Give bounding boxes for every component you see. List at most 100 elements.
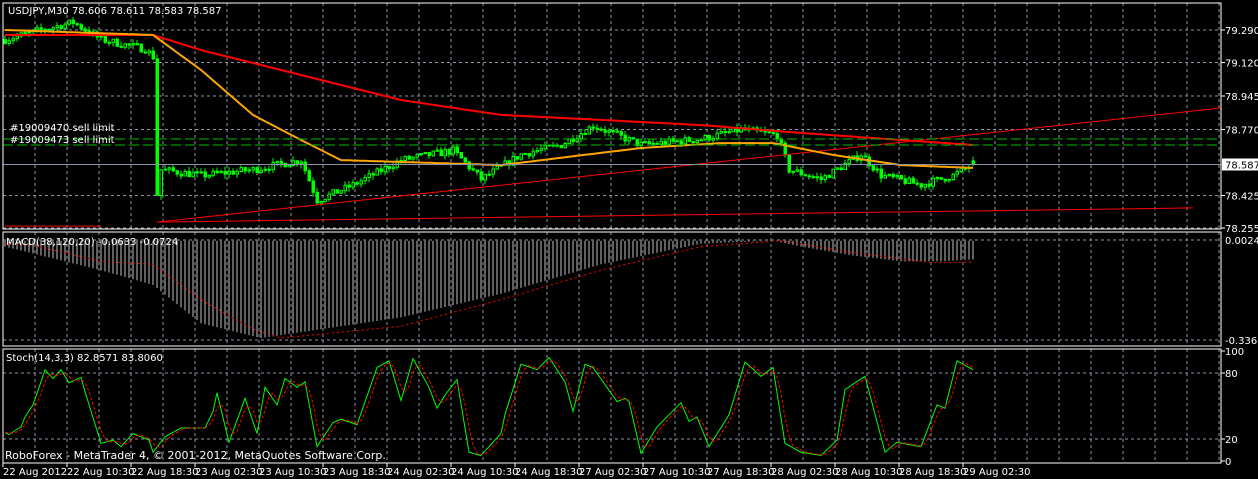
- candle-body: [763, 130, 767, 133]
- candle-body: [951, 173, 955, 180]
- time-axis-label: 24 Aug 02:30: [387, 467, 454, 478]
- macd-pane[interactable]: [4, 240, 974, 339]
- candle-body: [607, 130, 611, 133]
- candle-body: [415, 154, 419, 158]
- macd-title: MACD(38,120,20) -0.0633 -0.0724: [6, 237, 178, 248]
- candle-body: [11, 38, 15, 42]
- candle-body: [847, 158, 851, 164]
- candle-body: [7, 40, 11, 44]
- candle-body: [527, 153, 531, 157]
- time-axis-label: 28 Aug 10:30: [835, 467, 902, 478]
- candle-body: [955, 171, 959, 175]
- time-axis-label: 23 Aug 02:30: [195, 467, 262, 478]
- macd-axis-label: 0.0024: [1225, 236, 1258, 247]
- candle-body: [3, 39, 7, 44]
- candle-body: [255, 167, 259, 173]
- candle-body: [663, 140, 667, 145]
- candle-body: [123, 43, 127, 48]
- candle-body: [135, 43, 139, 46]
- candle-body: [651, 142, 655, 145]
- candle-body: [231, 170, 235, 175]
- price-pane[interactable]: #19009470 sell limit#19009473 sell limit: [3, 16, 1222, 227]
- candle-body: [67, 19, 71, 25]
- candle-body: [459, 151, 463, 159]
- candle-body: [275, 160, 279, 163]
- candle-body: [871, 165, 875, 171]
- candle-body: [71, 19, 75, 25]
- candle-body: [55, 25, 59, 29]
- candle-body: [483, 173, 487, 181]
- candle-body: [303, 161, 307, 172]
- candle-body: [215, 170, 219, 174]
- metatrader-chart: #19009470 sell limit#19009473 sell limit…: [2, 2, 1258, 478]
- candle-body: [227, 170, 231, 175]
- candle-body: [771, 132, 775, 135]
- candle-body: [887, 173, 891, 176]
- candle-body: [455, 146, 459, 153]
- candle-body: [807, 175, 811, 178]
- candle-body: [379, 168, 383, 173]
- stoch-axis-label: 100: [1225, 347, 1244, 358]
- candle-body: [171, 167, 175, 172]
- candle-body: [791, 170, 795, 173]
- time-axis-label: 24 Aug 18:30: [515, 467, 582, 478]
- candle-body: [347, 184, 351, 188]
- stoch-signal-line: [4, 360, 974, 456]
- candle-body: [323, 198, 327, 202]
- candle-body: [579, 133, 583, 140]
- candle-body: [223, 170, 227, 175]
- candle-body: [427, 151, 431, 157]
- candle-body: [15, 35, 19, 40]
- candle-body: [591, 126, 595, 129]
- pane-frame-stoch: [2, 348, 1222, 464]
- candle-body: [115, 38, 119, 47]
- candle-body: [947, 178, 951, 182]
- candle-body: [471, 168, 475, 171]
- candle-body: [243, 167, 247, 172]
- candle-body: [79, 24, 83, 30]
- candle-body: [271, 161, 275, 171]
- time-axis-label: 23 Aug 10:30: [259, 467, 326, 478]
- time-axis-label: 29 Aug 02:30: [963, 467, 1030, 478]
- time-axis-label: 28 Aug 18:30: [899, 467, 966, 478]
- candle-body: [723, 130, 727, 133]
- candle-body: [383, 166, 387, 173]
- candle-body: [487, 173, 491, 176]
- price-axis-label: 78.255: [1225, 224, 1258, 235]
- candle-body: [127, 43, 131, 46]
- candle-body: [679, 140, 683, 145]
- stochastic-pane[interactable]: [4, 356, 974, 457]
- time-axis-label: 23 Aug 18:30: [323, 467, 390, 478]
- candle-body: [903, 178, 907, 185]
- price-axis-label: 79.120: [1225, 59, 1258, 70]
- stoch-main-line: [4, 356, 974, 457]
- candle-body: [155, 58, 159, 196]
- candle-body: [675, 140, 679, 143]
- time-axis-label: 27 Aug 18:30: [707, 467, 774, 478]
- candle-body: [423, 151, 427, 155]
- candle-body: [39, 27, 43, 30]
- time-axis-label: 22 Aug 18:30: [131, 467, 198, 478]
- candle-body: [75, 23, 79, 26]
- candle-body: [727, 131, 731, 134]
- candle-body: [419, 153, 423, 156]
- candle-body: [279, 160, 283, 164]
- candle-body: [131, 43, 135, 46]
- candle-body: [939, 177, 943, 180]
- candle-body: [883, 174, 887, 179]
- candle-body: [187, 170, 191, 178]
- candle-body: [83, 28, 87, 32]
- price-axis-label: 79.290: [1225, 26, 1258, 37]
- candle-body: [447, 149, 451, 155]
- candle-body: [63, 23, 67, 30]
- candle-body: [919, 183, 923, 188]
- candle-body: [959, 167, 963, 173]
- candle-body: [539, 148, 543, 151]
- candle-body: [99, 35, 103, 38]
- candle-body: [523, 153, 527, 156]
- candle-body: [235, 170, 239, 175]
- candle-body: [299, 161, 303, 165]
- candle-body: [107, 41, 111, 44]
- candle-body: [719, 130, 723, 134]
- candle-body: [699, 139, 703, 142]
